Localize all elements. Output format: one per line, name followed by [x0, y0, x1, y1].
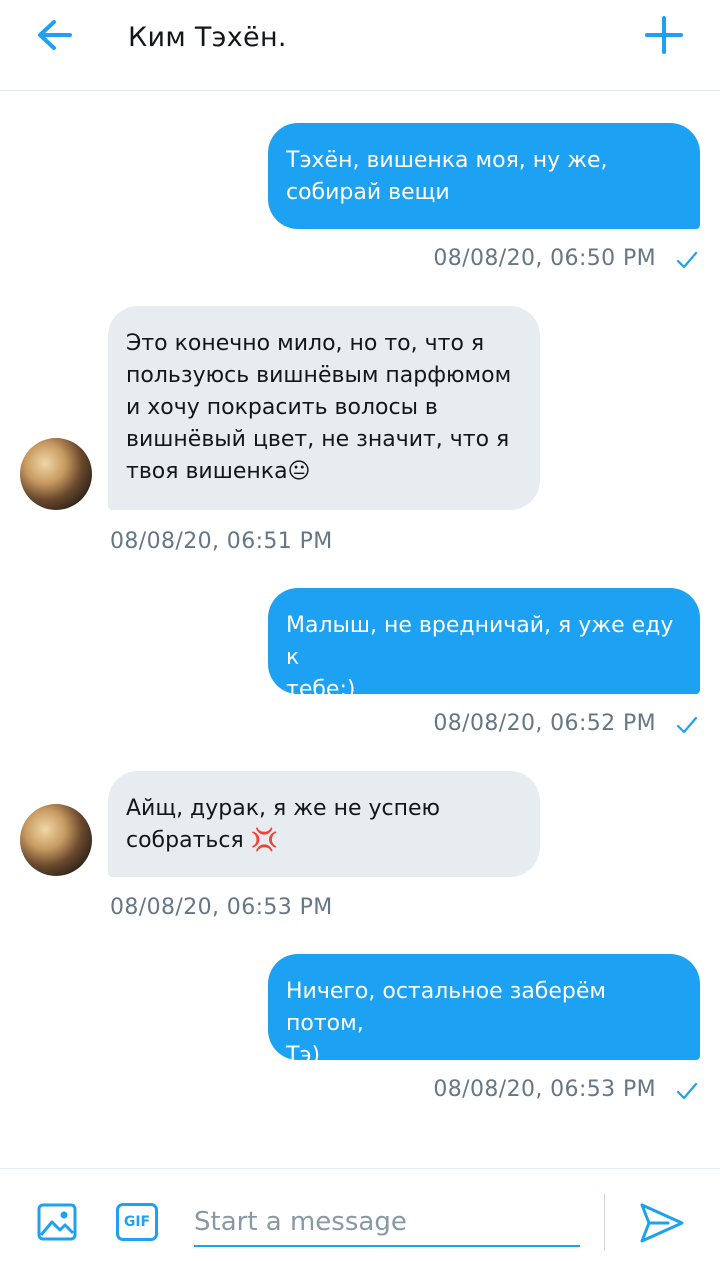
composer-divider	[604, 1193, 605, 1251]
send-icon	[640, 1203, 684, 1243]
checkmark-icon	[676, 1082, 698, 1100]
message-timestamp: 08/08/20, 06:53 PM	[433, 1077, 656, 1102]
plus-icon	[645, 16, 683, 54]
gif-button[interactable]: GIF	[116, 1203, 158, 1241]
message-input[interactable]	[194, 1199, 580, 1247]
message-bubble-outgoing[interactable]: Малыш, не вредничай, я уже еду к тебе;)	[268, 588, 700, 702]
image-icon	[37, 1203, 77, 1241]
add-image-button[interactable]	[36, 1202, 78, 1242]
checkmark-icon	[676, 251, 698, 269]
message-bubble-outgoing[interactable]: Ничего, остальное заберём потом, Тэ)	[268, 954, 700, 1068]
message-bubble-incoming[interactable]: Это конечно мило, но то, что я пользуюсь…	[108, 306, 540, 510]
back-button[interactable]	[30, 14, 86, 58]
message-timestamp: 08/08/20, 06:51 PM	[110, 529, 333, 554]
arrow-left-icon	[38, 20, 72, 50]
send-button[interactable]	[638, 1201, 686, 1245]
message-composer: GIF	[0, 1168, 720, 1261]
message-timestamp: 08/08/20, 06:53 PM	[110, 895, 333, 920]
avatar[interactable]	[20, 438, 92, 510]
checkmark-icon	[676, 716, 698, 734]
message-timestamp: 08/08/20, 06:50 PM	[433, 246, 656, 271]
message-timestamp: 08/08/20, 06:52 PM	[433, 711, 656, 736]
new-message-button[interactable]	[638, 12, 690, 60]
message-bubble-incoming[interactable]: Айщ, дурак, я же не успею собраться 💢	[108, 771, 540, 877]
conversation-header: Ким Тэхён.	[0, 0, 720, 91]
conversation-title[interactable]: Ким Тэхён.	[128, 22, 287, 53]
avatar[interactable]	[20, 804, 92, 876]
message-bubble-outgoing[interactable]: Тэхён, вишенка моя, ну же, собирай вещи	[268, 123, 700, 229]
